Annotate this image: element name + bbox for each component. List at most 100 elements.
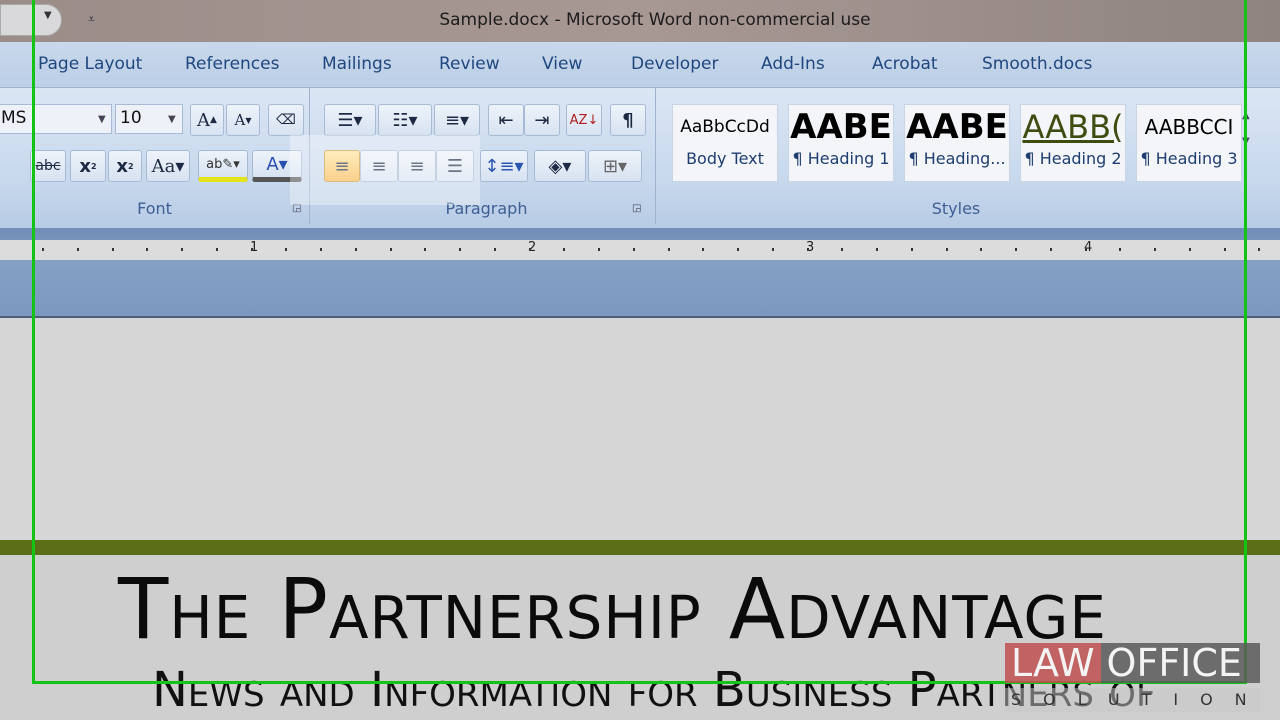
ruler-tick: [42, 248, 44, 251]
ruler-tick: [910, 248, 913, 251]
ruler-tick: [111, 248, 114, 251]
font-name-field[interactable]: MS: [0, 104, 112, 134]
ruler-tick: [702, 248, 705, 251]
tab-references[interactable]: References: [185, 54, 279, 74]
shading-icon[interactable]: ◈▾: [534, 150, 586, 182]
ruler-tick: [563, 248, 566, 251]
style-preview: AaBbCcDd: [680, 117, 770, 137]
style-body-text[interactable]: AaBbCcDd Body Text: [672, 104, 778, 182]
watermark-logo: LAW OFFICE: [1005, 643, 1260, 683]
ruler-tick: [1084, 248, 1087, 251]
style-name: ¶ Heading 2: [1024, 149, 1122, 168]
tab-smooth-docs[interactable]: Smooth.docs: [982, 54, 1092, 74]
horizontal-ruler[interactable]: 1 2 3 4: [0, 240, 1280, 260]
tab-view[interactable]: View: [542, 54, 582, 74]
font-group: MS ▼ 10 ▼ A ▲ A ▼ ⌫ abc x2 x2 Aa▾ ab✎▾ A▾ …: [0, 88, 310, 224]
ruler-tick: [980, 248, 983, 251]
ruler-tick: [806, 248, 809, 251]
show-formatting-marks-icon[interactable]: ¶: [610, 104, 646, 136]
ruler-tick: [771, 248, 774, 251]
borders-icon[interactable]: ⊞▾: [588, 150, 642, 182]
sort-icon[interactable]: AZ↓: [566, 104, 602, 136]
styles-group-label: Styles: [931, 199, 981, 218]
ruler-tick: [1119, 248, 1122, 251]
tab-acrobat[interactable]: Acrobat: [872, 54, 938, 74]
clear-formatting-icon[interactable]: ⌫: [268, 104, 304, 136]
tab-add-ins[interactable]: Add-Ins: [761, 54, 825, 74]
style-heading-2[interactable]: AABB( ¶ Heading 2: [1020, 104, 1126, 182]
style-name: ¶ Heading 1: [792, 149, 890, 168]
multilevel-list-icon[interactable]: ≡▾: [434, 104, 480, 136]
ruler-tick: [459, 248, 461, 251]
bullets-icon[interactable]: ☰▾: [324, 104, 376, 136]
style-preview: AABB(: [1022, 108, 1124, 146]
decrease-indent-icon[interactable]: ⇤: [488, 104, 524, 136]
style-heading-3[interactable]: AABBCCI ¶ Heading 3: [1136, 104, 1242, 182]
ruler-tick: [737, 248, 739, 251]
ruler-tick: [1188, 248, 1191, 251]
ribbon-tabs: Page Layout References Mailings Review V…: [0, 42, 1280, 88]
style-name: Body Text: [686, 149, 764, 168]
ruler-tick: [945, 248, 948, 251]
dialog-launcher-icon[interactable]: ◲: [632, 203, 641, 214]
watermark-solution: SOLUTION: [1005, 688, 1260, 712]
document-accent-bar: [0, 540, 1280, 555]
watermark-office: OFFICE: [1100, 643, 1260, 683]
ruler-tick: [389, 248, 392, 251]
ruler-tick: [181, 248, 183, 251]
ruler-tick: [1258, 248, 1261, 251]
highlight-icon[interactable]: ab✎▾: [198, 150, 248, 182]
ruler-tick: [841, 248, 844, 251]
style-name: ¶ Heading...: [908, 149, 1006, 168]
style-heading-1[interactable]: AABE ¶ Heading 1: [788, 104, 894, 182]
ruler-tick: [1049, 248, 1052, 251]
ruler-tick: [1154, 248, 1156, 251]
ruler-tick: [598, 248, 600, 251]
ruler-tick: [146, 248, 149, 251]
tab-mailings[interactable]: Mailings: [322, 54, 392, 74]
subscript-icon[interactable]: x2: [70, 150, 106, 182]
styles-scroll-up-icon[interactable]: ▲: [1242, 110, 1250, 121]
font-name-value: MS: [1, 108, 27, 128]
ruler-tick: [285, 248, 288, 251]
ruler-tick: [493, 248, 496, 251]
chevron-down-icon[interactable]: ▼: [168, 114, 176, 125]
ruler-tick: [250, 248, 253, 251]
highlight-overlay: [290, 135, 480, 205]
watermark-law: LAW: [1005, 643, 1101, 683]
ruler-tick: [876, 248, 878, 251]
grow-font-icon[interactable]: A ▲: [190, 104, 224, 136]
style-preview: AABBCCI: [1144, 115, 1234, 139]
increase-indent-icon[interactable]: ⇥: [524, 104, 560, 136]
ruler-tick: [320, 248, 322, 251]
document-title: The Partnership Advantage: [118, 560, 1107, 658]
ruler-tick: [354, 248, 357, 251]
ruler-tick: [528, 248, 531, 251]
ruler-tick: [632, 248, 635, 251]
styles-scroll-down-icon[interactable]: ▼: [1242, 136, 1250, 147]
superscript-icon[interactable]: x2: [108, 150, 142, 182]
tab-page-layout[interactable]: Page Layout: [38, 54, 142, 74]
style-heading[interactable]: AABE ¶ Heading...: [904, 104, 1010, 182]
ruler-tick: [1223, 248, 1226, 251]
numbering-icon[interactable]: ☷▾: [378, 104, 432, 136]
ruler-tick: [76, 248, 79, 251]
font-size-value: 10: [120, 108, 142, 128]
shrink-font-icon[interactable]: A ▼: [226, 104, 260, 136]
window-title: Sample.docx - Microsoft Word non-commerc…: [439, 10, 871, 30]
ruler-tick: [1015, 248, 1017, 251]
styles-group: AaBbCcDd Body Text AABE ¶ Heading 1 AABE ¶ …: [662, 88, 1250, 224]
line-spacing-icon[interactable]: ↕≡▾: [480, 150, 528, 182]
ruler-tick: [424, 248, 427, 251]
style-preview: AABE: [906, 107, 1008, 147]
tab-developer[interactable]: Developer: [631, 54, 718, 74]
change-case-icon[interactable]: Aa▾: [146, 150, 190, 182]
font-group-label: Font: [137, 199, 172, 218]
strikethrough-icon[interactable]: abc: [30, 150, 66, 182]
ruler-tick: [667, 248, 670, 251]
style-preview: AABE: [790, 107, 892, 147]
tab-review[interactable]: Review: [439, 54, 500, 74]
style-name: ¶ Heading 3: [1140, 149, 1238, 168]
chevron-down-icon[interactable]: ▼: [98, 114, 106, 125]
ribbon: MS ▼ 10 ▼ A ▲ A ▼ ⌫ abc x2 x2 Aa▾ ab✎▾ A▾ …: [0, 88, 1280, 228]
